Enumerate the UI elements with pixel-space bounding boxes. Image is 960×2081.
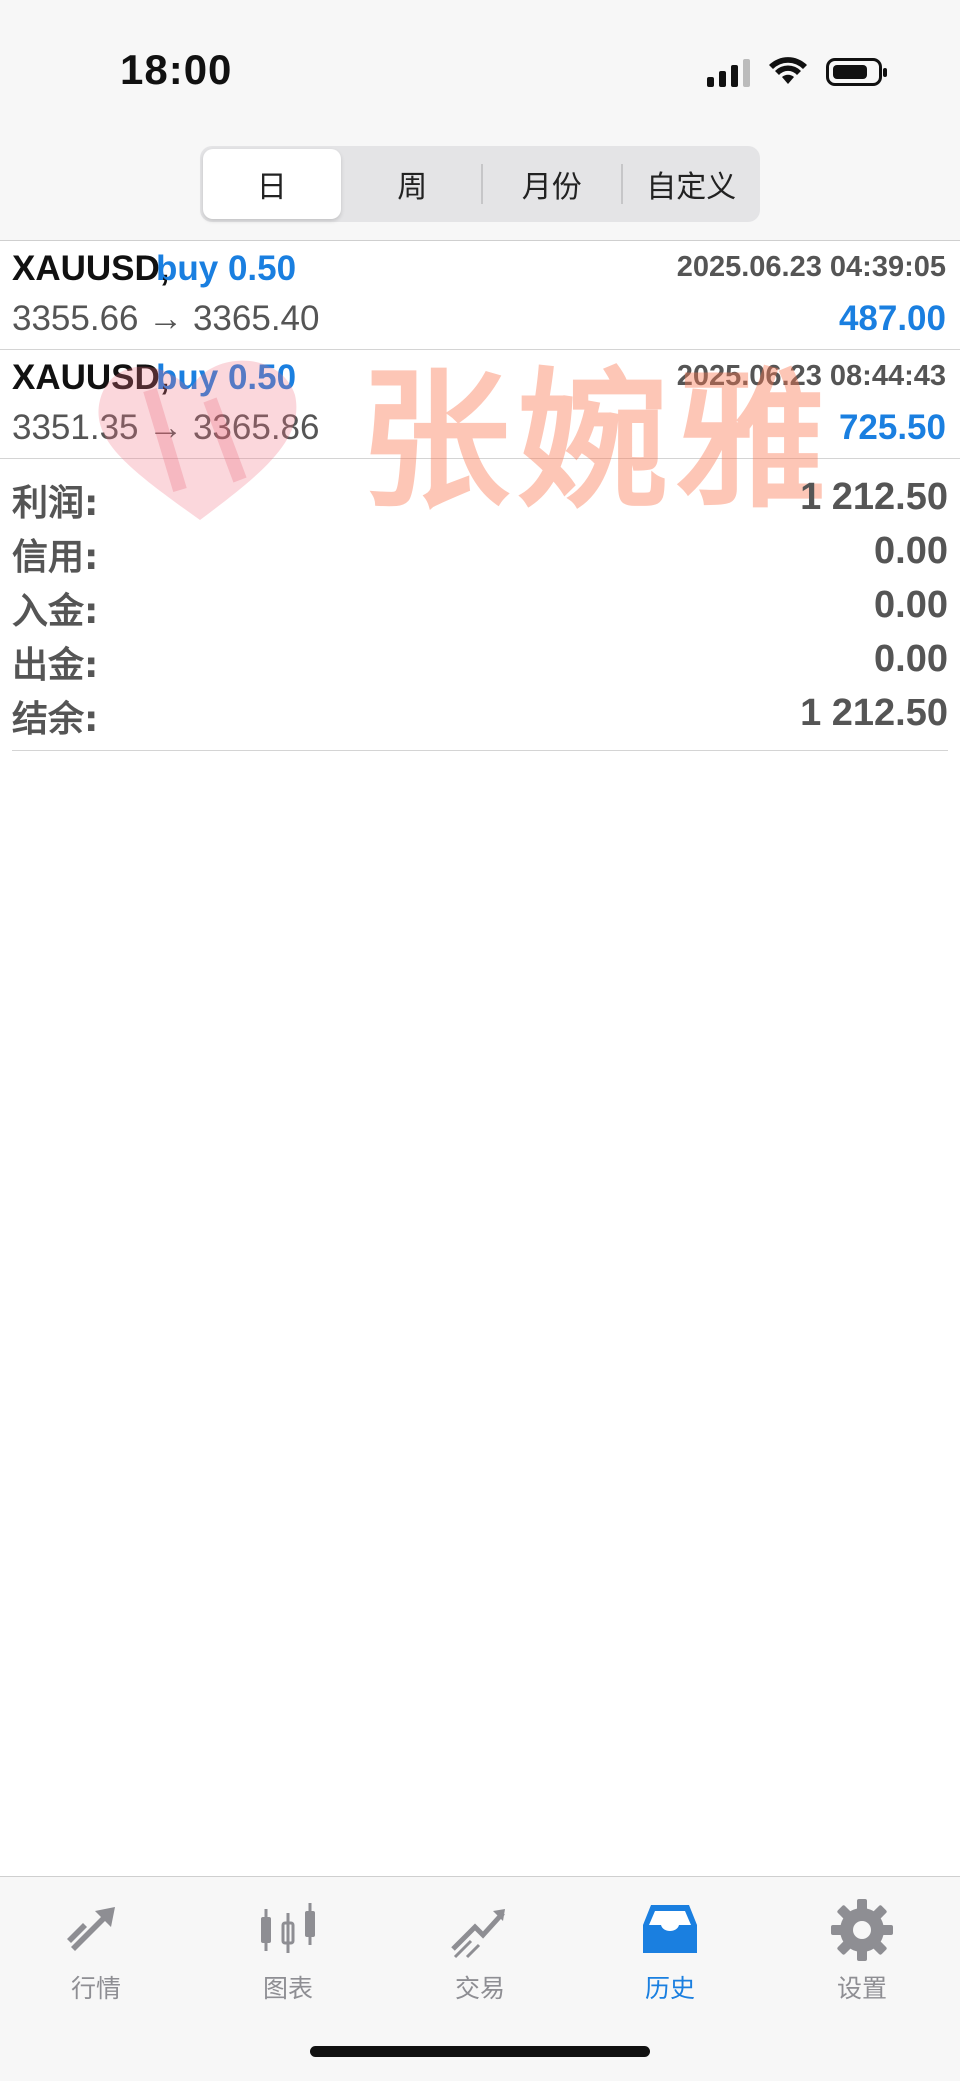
trade-time: 2025.06.23 08:44:43: [676, 360, 946, 392]
summary-label: 信用:: [12, 537, 99, 578]
summary-label: 入金:: [12, 591, 99, 632]
summary-value: 1 212.50: [800, 692, 948, 734]
account-summary: 利润: 1 212.50 信用: 0.00 入金: 0.00 出金: 0.00 …: [12, 470, 948, 751]
tab-settings[interactable]: 设置: [792, 1895, 932, 2005]
status-icons: [707, 52, 887, 92]
summary-label: 出金:: [12, 645, 99, 686]
tab-label: 图表: [262, 1974, 313, 2003]
segment-month[interactable]: 月份: [483, 149, 621, 219]
tab-trade[interactable]: 交易: [410, 1895, 550, 2005]
cellular-signal-icon: [707, 57, 750, 87]
trade-row[interactable]: XAUUSD, buy 0.50 2025.06.23 08:44:43 335…: [0, 350, 960, 459]
summary-value: 1 212.50: [800, 476, 948, 518]
chart-icon: [261, 1903, 315, 1953]
trade-prices: 3351.35 → 3365.86: [12, 408, 320, 447]
summary-value: 0.00: [874, 638, 948, 680]
home-indicator[interactable]: [310, 2046, 650, 2057]
summary-value: 0.00: [874, 530, 948, 572]
summary-row-profit: 利润: 1 212.50: [12, 470, 948, 524]
segment-week[interactable]: 周: [344, 149, 482, 219]
tab-history[interactable]: 历史: [600, 1895, 740, 2005]
summary-label: 利润:: [12, 483, 99, 524]
status-time: 18:00: [120, 46, 233, 93]
battery-icon: [826, 58, 887, 86]
tab-quotes[interactable]: 行情: [26, 1895, 166, 2005]
history-icon: [643, 1905, 697, 1953]
trade-symbol: XAUUSD,: [12, 358, 170, 397]
tab-label: 设置: [836, 1974, 887, 2003]
summary-value: 0.00: [874, 584, 948, 626]
tab-label: 交易: [454, 1974, 505, 2003]
trade-profit: 487.00: [838, 299, 946, 338]
trade-type: buy 0.50: [156, 249, 297, 288]
tab-chart[interactable]: 图表: [218, 1895, 358, 2005]
tab-label: 历史: [644, 1974, 695, 2003]
trade-row[interactable]: XAUUSD, buy 0.50 2025.06.23 04:39:05 335…: [0, 241, 960, 350]
trade-time: 2025.06.23 04:39:05: [676, 251, 946, 283]
trade-type: buy 0.50: [156, 358, 297, 397]
tab-label: 行情: [70, 1974, 121, 2003]
settings-icon: [831, 1899, 893, 1961]
trade-symbol: XAUUSD,: [12, 249, 170, 288]
trade-prices: 3355.66 → 3365.40: [12, 299, 320, 338]
segment-custom[interactable]: 自定义: [623, 149, 761, 219]
wifi-icon: [769, 57, 807, 84]
trade-profit: 725.50: [838, 408, 946, 447]
summary-row-balance: 结余: 1 212.50: [12, 686, 948, 740]
summary-row-credit: 信用: 0.00: [12, 524, 948, 578]
period-selector-bar: 日 周 月份 自定义: [0, 140, 960, 241]
quotes-icon: [67, 1907, 115, 1951]
trade-icon: [451, 1909, 505, 1959]
period-segmented-control: 日 周 月份 自定义: [200, 146, 760, 222]
summary-label: 结余:: [12, 699, 99, 740]
status-bar: 18:00: [0, 0, 960, 140]
trade-history-list: XAUUSD, buy 0.50 2025.06.23 04:39:05 335…: [0, 241, 960, 459]
segment-day[interactable]: 日: [203, 149, 341, 219]
summary-row-deposit: 入金: 0.00: [12, 578, 948, 632]
summary-row-withdrawal: 出金: 0.00: [12, 632, 948, 686]
